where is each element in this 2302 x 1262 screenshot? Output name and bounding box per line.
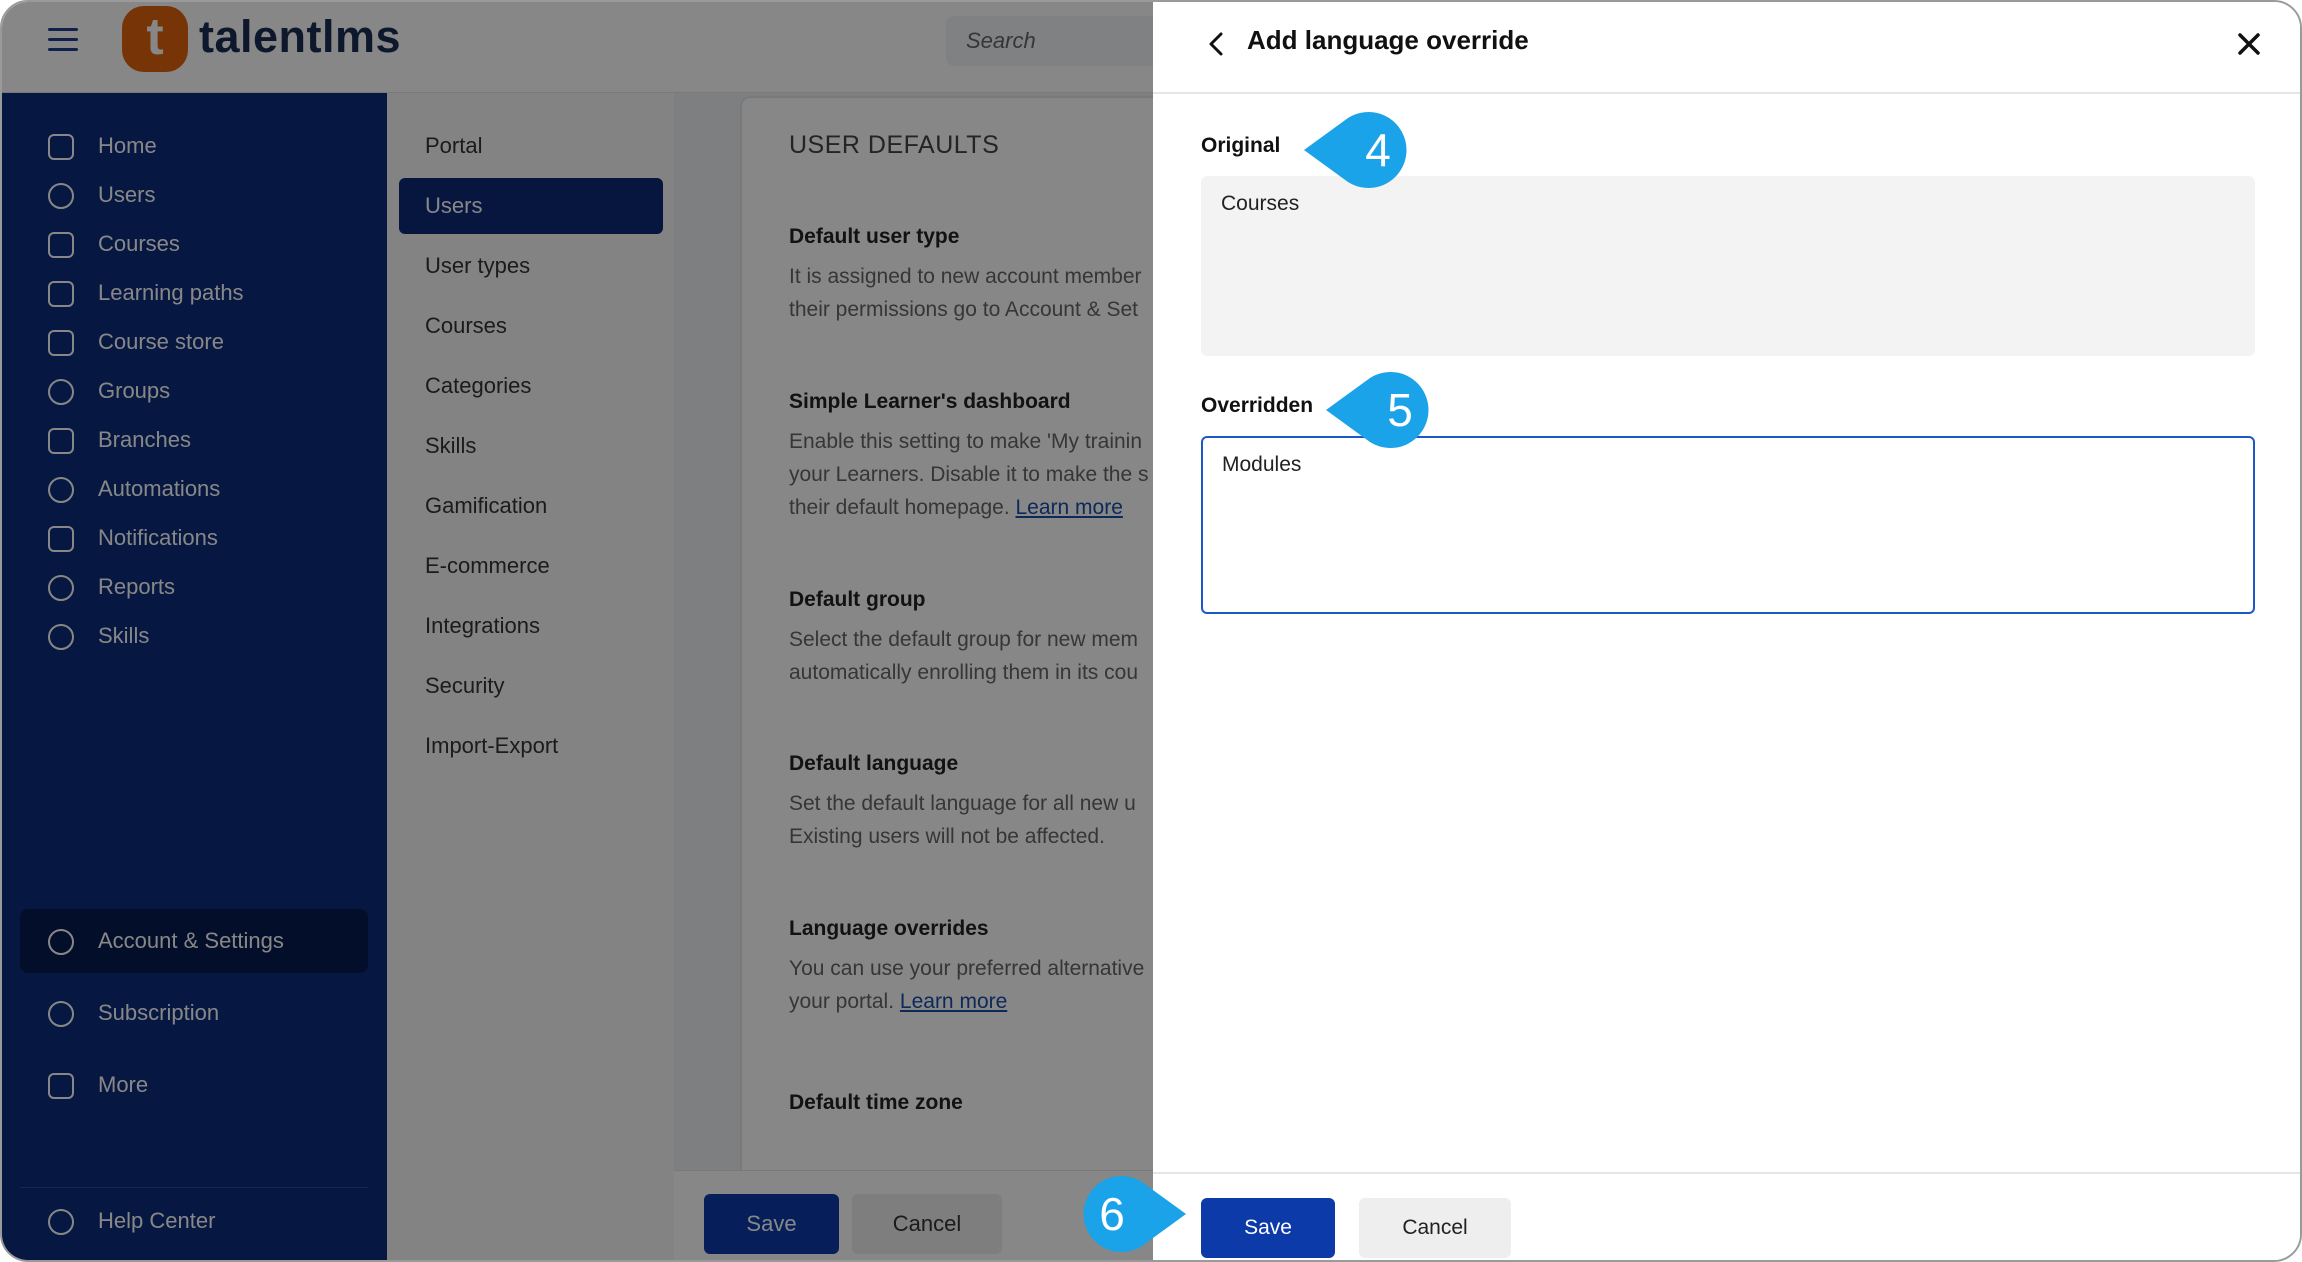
overridden-input[interactable]: Modules xyxy=(1201,436,2255,614)
close-icon[interactable] xyxy=(2227,22,2271,66)
callout-6: 6 xyxy=(1072,1174,1186,1254)
cancel-button[interactable]: Cancel xyxy=(1359,1198,1511,1258)
original-value-field: Courses xyxy=(1201,176,2255,356)
language-override-drawer: Add language override Original Courses O… xyxy=(1153,2,2300,1260)
callout-number: 6 xyxy=(1099,1188,1125,1240)
background-app: t talentlms Search Home Users Courses Le… xyxy=(2,2,1240,1260)
save-button[interactable]: Save xyxy=(1201,1198,1335,1258)
drawer-title: Add language override xyxy=(1247,25,1529,55)
callout-number: 5 xyxy=(1387,384,1413,436)
callout-5: 5 xyxy=(1326,370,1440,450)
drawer-header: Add language override xyxy=(1153,2,2300,94)
callout-number: 4 xyxy=(1365,124,1391,176)
modal-overlay[interactable] xyxy=(2,2,1153,1260)
drawer-footer: Save Cancel xyxy=(1153,1172,2300,1260)
original-label: Original xyxy=(1201,134,1281,157)
back-chevron-icon[interactable] xyxy=(1197,24,1237,64)
callout-4: 4 xyxy=(1304,110,1418,190)
window-frame: t talentlms Search Home Users Courses Le… xyxy=(0,0,2302,1262)
overridden-label: Overridden xyxy=(1201,394,1314,417)
